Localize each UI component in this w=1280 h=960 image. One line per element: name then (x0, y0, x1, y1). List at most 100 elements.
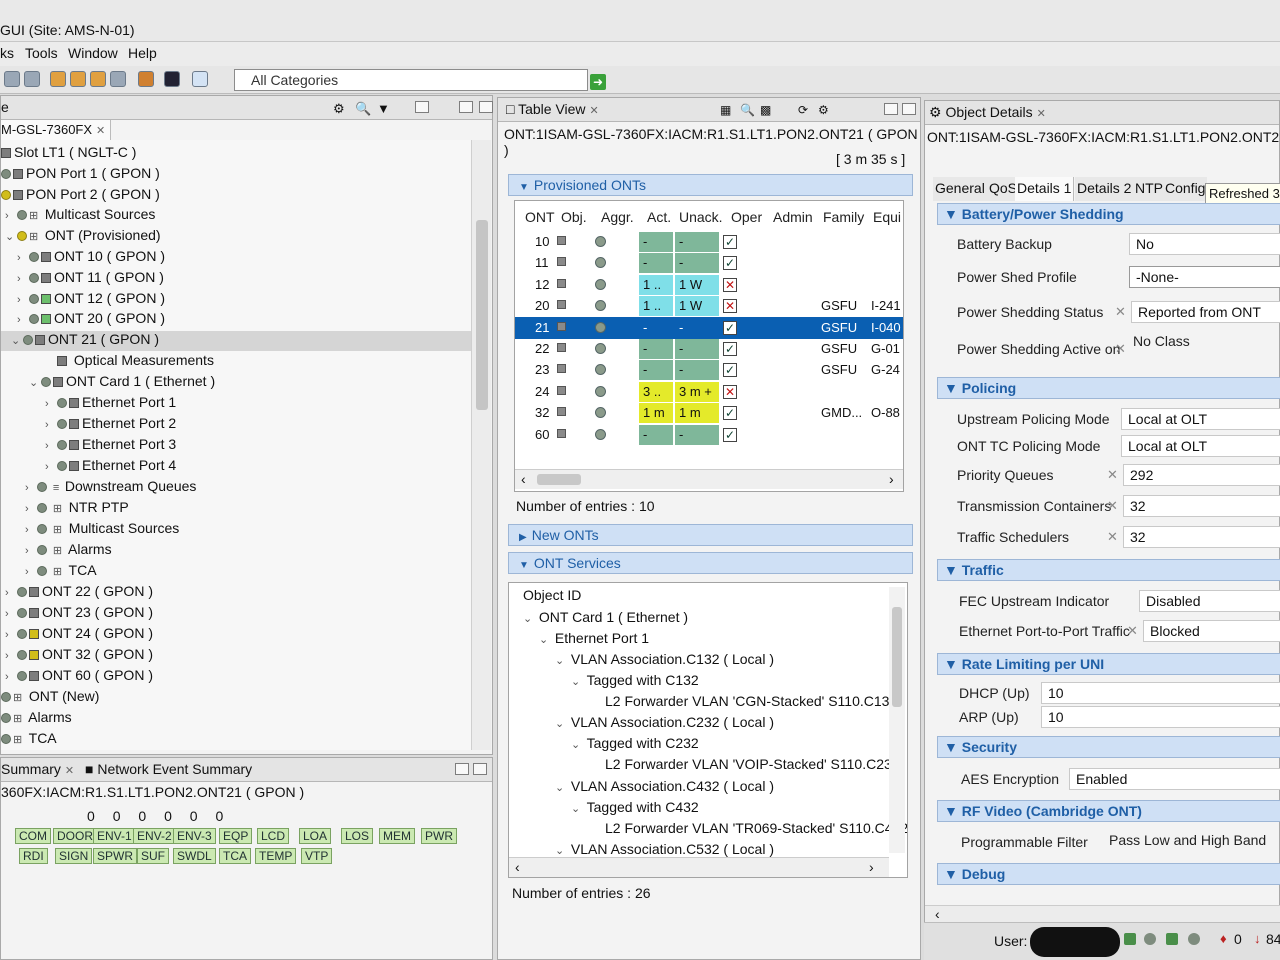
settings-icon[interactable]: ⚙ (818, 103, 832, 117)
alarm-btn-temp[interactable]: TEMP (255, 848, 297, 864)
edit-icon[interactable] (24, 71, 40, 87)
service-item[interactable]: ⌄ Tagged with C432 (571, 799, 699, 815)
tree-item-pon-port-2[interactable]: PON Port 2 ( GPON ) (1, 186, 160, 206)
table-row[interactable]: 12 1 .. 1 W ✕ (515, 274, 903, 296)
table-row[interactable]: 32 1 m 1 m ✓ GMD... O-88 (515, 402, 903, 424)
scroll-left-icon[interactable]: ‹ (935, 906, 940, 922)
tree-item-ont-20[interactable]: › ONT 20 ( GPON ) (17, 310, 165, 330)
tree-scrollbar[interactable] (471, 140, 491, 750)
rf-video-section[interactable]: ▼ RF Video (Cambridge ONT) (937, 800, 1280, 822)
tree-item-ont-24[interactable]: › ONT 24 ( GPON ) (5, 625, 153, 645)
menu-item-window[interactable]: Window (68, 45, 118, 61)
print-icon[interactable] (110, 71, 126, 87)
tree-item-ntr-ptp[interactable]: › ⊞ NTR PTP (25, 499, 129, 519)
scroll-right-icon[interactable]: › (869, 859, 874, 875)
close-icon[interactable]: ✕ (590, 105, 599, 117)
scroll-right-icon[interactable]: › (889, 471, 894, 487)
security-section[interactable]: ▼ Security (937, 736, 1280, 758)
table-row[interactable]: 21 - - ✓ GSFU I-040 (515, 316, 903, 339)
alarm-btn-pwr[interactable]: PWR (421, 828, 457, 844)
tree-item-ont-32[interactable]: › ONT 32 ( GPON ) (5, 646, 153, 666)
table-row[interactable]: 60 - - ✓ (515, 424, 903, 446)
scroll-thumb[interactable] (537, 474, 581, 485)
alarm-btn-mem[interactable]: MEM (379, 828, 415, 844)
table-row[interactable]: 24 3 .. 3 m + ✕ (515, 381, 903, 403)
table-row[interactable]: 10 - - ✓ (515, 231, 903, 253)
alarm-btn-suf[interactable]: SUF (137, 848, 169, 864)
tab-details-1[interactable]: Details 1 (1015, 177, 1075, 201)
tab-general[interactable]: General (933, 177, 988, 201)
tree-item-ont-11[interactable]: › ONT 11 ( GPON ) (17, 269, 164, 289)
alarm-btn-lcd[interactable]: LCD (257, 828, 290, 844)
table-view-tab[interactable]: □ Table View ✕ (506, 101, 599, 117)
new-onts-section[interactable]: ▶ New ONTs (508, 524, 913, 546)
tree-item-ethernet-port-3[interactable]: › Ethernet Port 3 (45, 436, 176, 456)
debug-section[interactable]: ▼ Debug (937, 863, 1280, 885)
tree-item-pon-port-1[interactable]: PON Port 1 ( GPON ) (1, 165, 160, 185)
col-family[interactable]: Family (823, 209, 864, 225)
tree-item-alarms-2[interactable]: ⊞ Alarms (1, 709, 72, 729)
service-item[interactable]: ⌄ Ethernet Port 1 (539, 630, 649, 646)
alarm-btn-env3[interactable]: ENV-3 (173, 828, 216, 844)
alarm-btn-swdl[interactable]: SWDL (173, 848, 216, 864)
table-row[interactable]: 20 1 .. 1 W ✕ GSFU I-241 (515, 295, 903, 317)
service-item[interactable]: ⌄ Tagged with C232 (571, 735, 699, 751)
terminal-icon[interactable] (164, 71, 180, 87)
maximize-icon[interactable] (479, 101, 493, 113)
alarm-btn-loa[interactable]: LOA (299, 828, 332, 844)
table-row[interactable]: 22 - - ✓ GSFU G-01 (515, 338, 903, 360)
col-equip[interactable]: Equi (873, 209, 901, 225)
col-act[interactable]: Act. (647, 209, 671, 225)
menu-item-tools[interactable]: Tools (25, 45, 58, 61)
col-obj[interactable]: Obj. (561, 209, 587, 225)
tree-item-alarms[interactable]: › ⊞ Alarms (25, 541, 112, 561)
scroll-left-icon[interactable]: ‹ (515, 859, 520, 875)
alarm-btn-spwr[interactable]: SPWR (93, 848, 137, 864)
tree-item-ont-12[interactable]: › ONT 12 ( GPON ) (17, 290, 165, 310)
tab-ntp[interactable]: NTP (1133, 177, 1166, 201)
summary-tab[interactable]: Summary ✕ (1, 761, 74, 777)
minimize-icon[interactable] (884, 103, 898, 115)
tree-tab[interactable]: M-GSL-7360FX ✕ (1, 120, 111, 140)
tree-item-ont-22[interactable]: › ONT 22 ( GPON ) (5, 583, 153, 603)
tree-item-ethernet-port-4[interactable]: › Ethernet Port 4 (45, 457, 176, 477)
alarm-btn-tca[interactable]: TCA (219, 848, 251, 864)
forward-icon[interactable] (70, 71, 86, 87)
minimize-icon[interactable] (459, 101, 473, 113)
search-icon[interactable] (192, 71, 208, 87)
alarm-btn-los[interactable]: LOS (341, 828, 374, 844)
service-item[interactable]: ⌄ ONT Card 1 ( Ethernet ) (523, 609, 688, 625)
service-item[interactable]: ⌄ VLAN Association.C232 ( Local ) (555, 714, 774, 730)
object-details-tab[interactable]: ⚙ Object Details ✕ (929, 104, 1046, 121)
tree-item-optical-measurements[interactable]: Optical Measurements (57, 352, 214, 372)
search-icon[interactable]: 🔍 (740, 103, 755, 117)
alarm-btn-sign[interactable]: SIGN (55, 848, 93, 864)
table-row[interactable]: 23 - - ✓ GSFU G-24 (515, 359, 903, 381)
services-h-scrollbar[interactable]: ‹ › (509, 857, 889, 877)
scroll-thumb[interactable] (892, 607, 902, 707)
alarm-btn-vtp[interactable]: VTP (301, 848, 333, 864)
alarm-btn-rdi[interactable]: RDI (19, 848, 48, 864)
network-event-summary-tab[interactable]: ■ Network Event Summary (85, 761, 252, 777)
policing-section[interactable]: ▼ Policing (937, 377, 1280, 399)
close-icon[interactable]: ✕ (1037, 108, 1046, 120)
refresh-icon[interactable]: ⟳ (798, 103, 812, 117)
col-unack[interactable]: Unack. (679, 209, 723, 225)
tree-item-tca-2[interactable]: ⊞ TCA (1, 730, 57, 750)
maximize-icon[interactable] (902, 103, 916, 115)
tree-item-ethernet-port-2[interactable]: › Ethernet Port 2 (45, 415, 176, 435)
alarm-btn-env2[interactable]: ENV-2 (133, 828, 176, 844)
battery-section[interactable]: ▼ Battery/Power Shedding (937, 203, 1280, 225)
tree-item-ont-21[interactable]: ⌄ ONT 21 ( GPON ) (1, 331, 471, 351)
alarm-btn-env1[interactable]: ENV-1 (93, 828, 136, 844)
alarm-btn-door[interactable]: DOOR (53, 828, 97, 844)
funnel-icon[interactable]: ▼ (377, 101, 391, 116)
scroll-left-icon[interactable]: ‹ (521, 471, 526, 487)
tree-item-ont-60[interactable]: › ONT 60 ( GPON ) (5, 667, 153, 687)
tab-details-2[interactable]: Details 2 (1075, 177, 1135, 201)
category-select[interactable]: All Categories (234, 69, 588, 91)
rate-limiting-section[interactable]: ▼ Rate Limiting per UNI (937, 653, 1280, 675)
export-icon[interactable]: ▩ (760, 103, 774, 117)
table-row[interactable]: 11 - - ✓ (515, 252, 903, 274)
back-icon[interactable] (50, 71, 66, 87)
